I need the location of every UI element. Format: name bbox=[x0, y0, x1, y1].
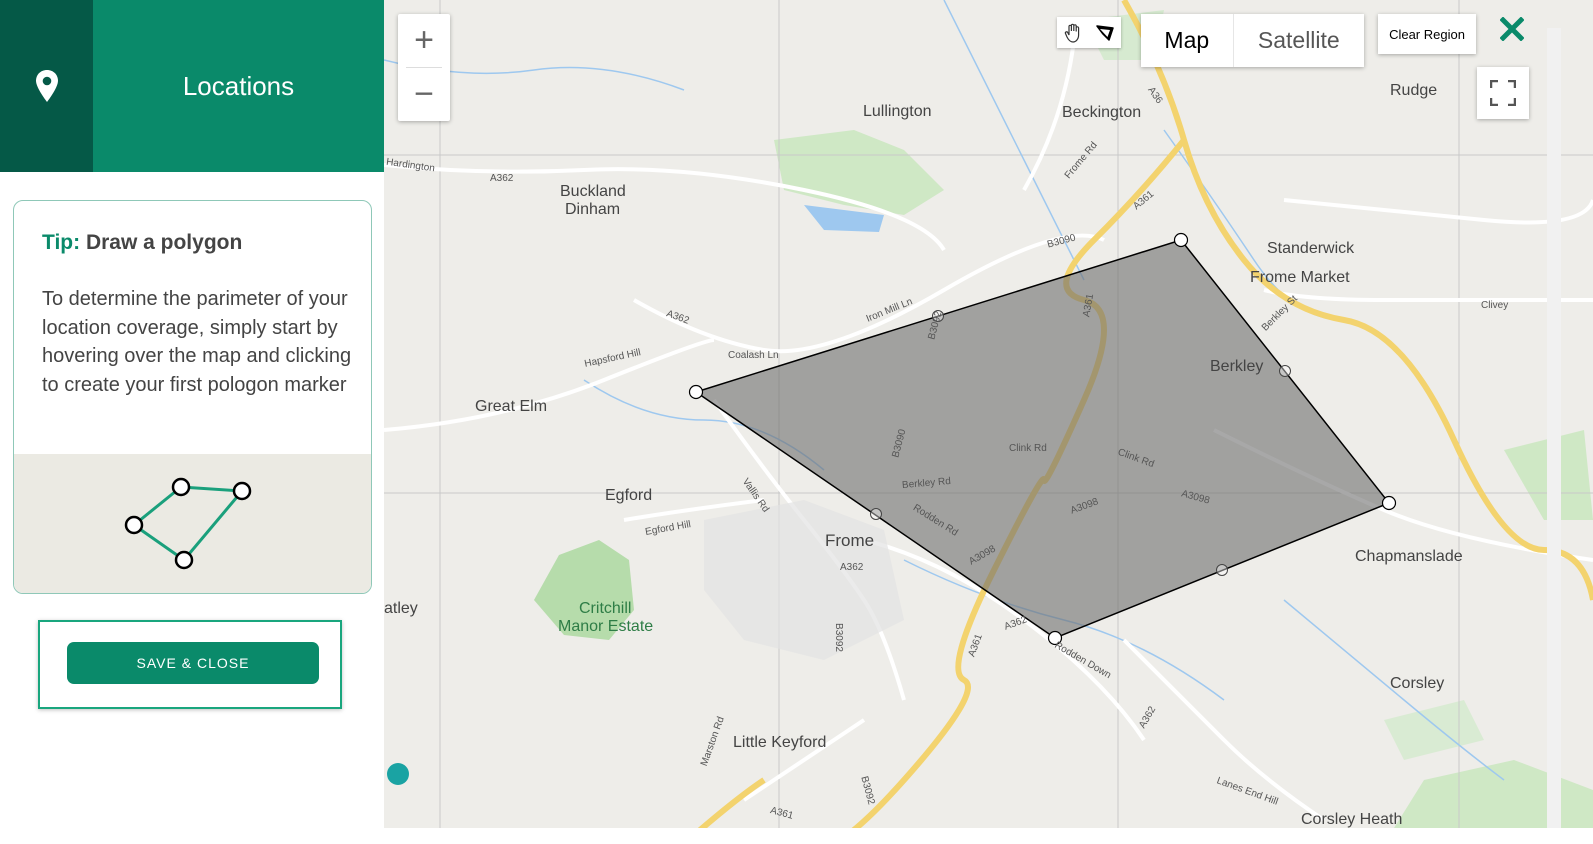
save-button-highlight: SAVE & CLOSE bbox=[38, 620, 342, 709]
polygon-diagram-icon bbox=[124, 477, 252, 570]
pan-hand-button[interactable] bbox=[1057, 17, 1089, 48]
drawing-toolbar bbox=[1057, 17, 1121, 48]
road-label: B3092 bbox=[832, 623, 844, 652]
road-label: A362 bbox=[840, 562, 864, 573]
map-type-map-button[interactable]: Map bbox=[1141, 14, 1233, 67]
place-label: Corsley Heath bbox=[1301, 811, 1403, 828]
sidebar-header: Locations bbox=[0, 0, 384, 172]
save-close-button[interactable]: SAVE & CLOSE bbox=[67, 642, 319, 684]
tip-heading: Tip: Draw a polygon bbox=[42, 231, 242, 255]
place-label: Frome bbox=[825, 531, 875, 550]
place-label: atley bbox=[384, 600, 418, 617]
draw-polygon-button[interactable] bbox=[1089, 17, 1121, 48]
polygon-illustration bbox=[14, 454, 371, 593]
fullscreen-button[interactable] bbox=[1477, 67, 1529, 119]
place-label: Critchill bbox=[579, 600, 632, 617]
tip-label: Tip: bbox=[42, 231, 81, 254]
place-label: Corsley bbox=[1390, 675, 1445, 692]
place-label: Buckland bbox=[560, 183, 626, 200]
page-title: Locations bbox=[182, 70, 295, 101]
fullscreen-icon bbox=[1490, 80, 1516, 106]
clear-region-button[interactable]: Clear Region bbox=[1378, 14, 1476, 54]
place-label: Frome Market bbox=[1250, 269, 1350, 286]
map-type-satellite-button[interactable]: Satellite bbox=[1232, 14, 1364, 67]
zoom-in-button[interactable]: + bbox=[398, 14, 450, 67]
polygon-tool-icon bbox=[1096, 24, 1114, 41]
scrollbar[interactable] bbox=[1547, 28, 1561, 828]
map-bottom-edge bbox=[384, 828, 1593, 844]
road-label: A362 bbox=[490, 173, 514, 184]
place-label: Great Elm bbox=[475, 398, 548, 415]
map-canvas[interactable]: Lullington Beckington Rudge Buckland Din… bbox=[384, 0, 1593, 844]
zoom-control: + − bbox=[398, 14, 450, 121]
place-label: Standerwick bbox=[1267, 240, 1355, 257]
map-base bbox=[384, 0, 1593, 844]
place-label: Rudge bbox=[1390, 82, 1438, 99]
header-icon-box bbox=[0, 0, 93, 172]
tip-title: Draw a polygon bbox=[85, 231, 243, 254]
zoom-out-button[interactable]: − bbox=[398, 68, 450, 121]
map-pin-icon bbox=[35, 70, 58, 102]
tip-body: To determine the parimeter of your locat… bbox=[42, 288, 352, 396]
close-icon bbox=[1500, 17, 1524, 41]
place-label: Little Keyford bbox=[733, 734, 827, 751]
place-label: Manor Estate bbox=[558, 618, 654, 635]
tip-card: Tip: Draw a polygon To determine the par… bbox=[13, 200, 372, 594]
close-button[interactable] bbox=[1498, 14, 1526, 44]
place-label: Beckington bbox=[1062, 104, 1142, 121]
road-label: Clivey bbox=[1481, 300, 1509, 311]
road-label: Clink Rd bbox=[1009, 443, 1047, 454]
hand-icon bbox=[1064, 23, 1080, 43]
map-type-control: Map Satellite bbox=[1141, 14, 1364, 67]
place-label: Dinham bbox=[565, 201, 621, 218]
place-label: Chapmanslade bbox=[1355, 548, 1463, 565]
place-label: Egford bbox=[605, 487, 653, 504]
place-label: Berkley bbox=[1210, 358, 1264, 375]
sidebar: Locations Tip: Draw a polygon To determi… bbox=[0, 0, 384, 844]
place-label: Lullington bbox=[863, 103, 932, 120]
road-label: Coalash Ln bbox=[728, 350, 779, 361]
